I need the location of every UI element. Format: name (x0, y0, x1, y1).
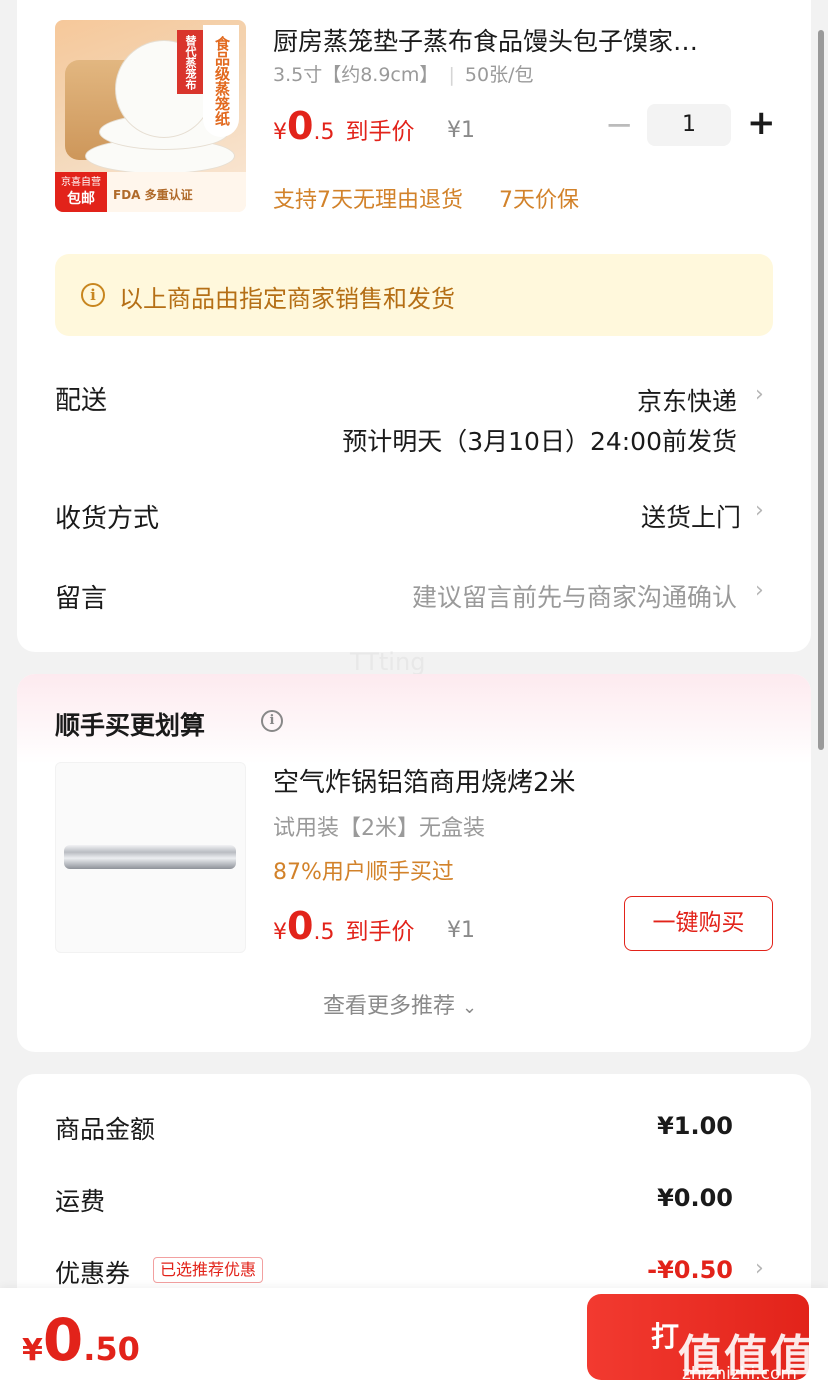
orig-price: ¥1 (447, 118, 475, 143)
total-int: 0 (42, 1306, 84, 1374)
info-icon: i (81, 283, 105, 307)
price-dec: .5 (313, 120, 335, 145)
delivery-eta: 预计明天（3月10日）24:00前发货 (342, 427, 737, 456)
see-more-link[interactable]: 查看更多推荐 ⌄ (323, 988, 477, 1020)
image-banner: 食品级蒸笼纸 (203, 25, 239, 137)
spec-divider: | (448, 64, 455, 86)
qty-input[interactable]: 1 (647, 104, 731, 146)
shipping-label: 运费 (55, 1187, 106, 1216)
badge-top: 京喜自营 (61, 177, 101, 188)
qty-minus-button[interactable]: − (605, 108, 634, 142)
foil-roll-graphic (64, 845, 236, 869)
image-watermark: TTting (350, 648, 426, 676)
goods-amount-value: ¥1.00 (657, 1112, 733, 1140)
total-price: ¥0.50 (22, 1306, 140, 1374)
total-symbol: ¥ (22, 1333, 43, 1368)
price-label: 到手价 (345, 919, 415, 945)
merchant-notice: i 以上商品由指定商家销售和发货 (55, 254, 773, 336)
price-int: 0 (287, 904, 314, 948)
order-product-card: 替代蒸笼布 食品级蒸笼纸 京喜自营 包邮 FDA 多重认证 厨房蒸笼垫子蒸布食品… (17, 0, 811, 652)
coupon-label: 优惠券 (55, 1259, 131, 1288)
page-scrollbar[interactable] (818, 30, 824, 750)
product-title[interactable]: 厨房蒸笼垫子蒸布食品馒头包子馍家… (273, 22, 698, 58)
service-price-protect: 7天价保 (499, 188, 579, 213)
price-symbol: ¥ (273, 120, 287, 145)
shipping-value: ¥0.00 (657, 1184, 733, 1212)
spec-count: 50张/包 (464, 64, 534, 86)
price-label: 到手价 (345, 119, 415, 145)
see-more-label: 查看更多推荐 (323, 994, 456, 1019)
receive-label: 收货方式 (55, 504, 160, 534)
bundle-item-social: 87%用户顺手买过 (273, 860, 454, 885)
qty-plus-button[interactable]: + (747, 106, 776, 140)
price-dec: .5 (313, 920, 335, 945)
product-spec[interactable]: 3.5寸【约8.9cm】 | 50张/包 (273, 60, 533, 87)
image-cert: FDA 多重认证 (113, 188, 193, 202)
price-int: 0 (287, 104, 314, 148)
coupon-chevron-icon[interactable]: › (755, 1256, 764, 1281)
brand-watermark-url: zhizhizhi.com (682, 1364, 797, 1384)
spec-size: 3.5寸【约8.9cm】 (273, 64, 439, 86)
badge-bottom: 包邮 (67, 191, 95, 207)
product-image[interactable]: 替代蒸笼布 食品级蒸笼纸 京喜自营 包邮 FDA 多重认证 (55, 20, 246, 212)
message-label: 留言 (55, 584, 108, 614)
delivery-chevron-icon[interactable]: › (755, 382, 764, 407)
product-price: ¥0.5 到手价 (273, 104, 415, 148)
coupon-value[interactable]: -¥0.50 (647, 1256, 733, 1284)
notice-text: 以上商品由指定商家销售和发货 (119, 285, 455, 313)
bundle-card: 顺手买更划算 i 空气炸锅铝箔商用烧烤2米 试用装【2米】无盒装 87%用户顺手… (17, 674, 811, 1052)
message-chevron-icon[interactable]: › (755, 578, 764, 603)
total-dec: .50 (83, 1330, 140, 1368)
bundle-info-icon[interactable]: i (261, 710, 283, 732)
receive-chevron-icon[interactable]: › (755, 498, 764, 523)
image-red-tag: 替代蒸笼布 (177, 30, 203, 94)
goods-amount-label: 商品金额 (55, 1115, 156, 1144)
jd-badge: 京喜自营 包邮 (55, 172, 107, 212)
service-return: 支持7天无理由退货 (273, 188, 463, 213)
bundle-item-image[interactable] (55, 762, 246, 953)
bundle-item-spec: 试用装【2米】无盒装 (273, 816, 485, 841)
price-symbol: ¥ (273, 920, 287, 945)
receive-value[interactable]: 送货上门 (641, 498, 741, 534)
bundle-orig-price: ¥1 (447, 918, 475, 943)
message-input[interactable]: 建议留言前先与商家沟通确认 (412, 578, 737, 614)
one-click-buy-button[interactable]: 一键购买 (624, 896, 773, 951)
bundle-title: 顺手买更划算 (55, 711, 206, 740)
delivery-value[interactable]: 京东快递 (637, 382, 737, 418)
delivery-label: 配送 (55, 386, 108, 416)
bundle-item-title[interactable]: 空气炸锅铝箔商用烧烤2米 (273, 762, 576, 799)
bundle-item-price: ¥0.5 到手价 (273, 904, 415, 948)
chevron-down-icon: ⌄ (462, 997, 478, 1018)
coupon-tag: 已选推荐优惠 (153, 1257, 264, 1283)
